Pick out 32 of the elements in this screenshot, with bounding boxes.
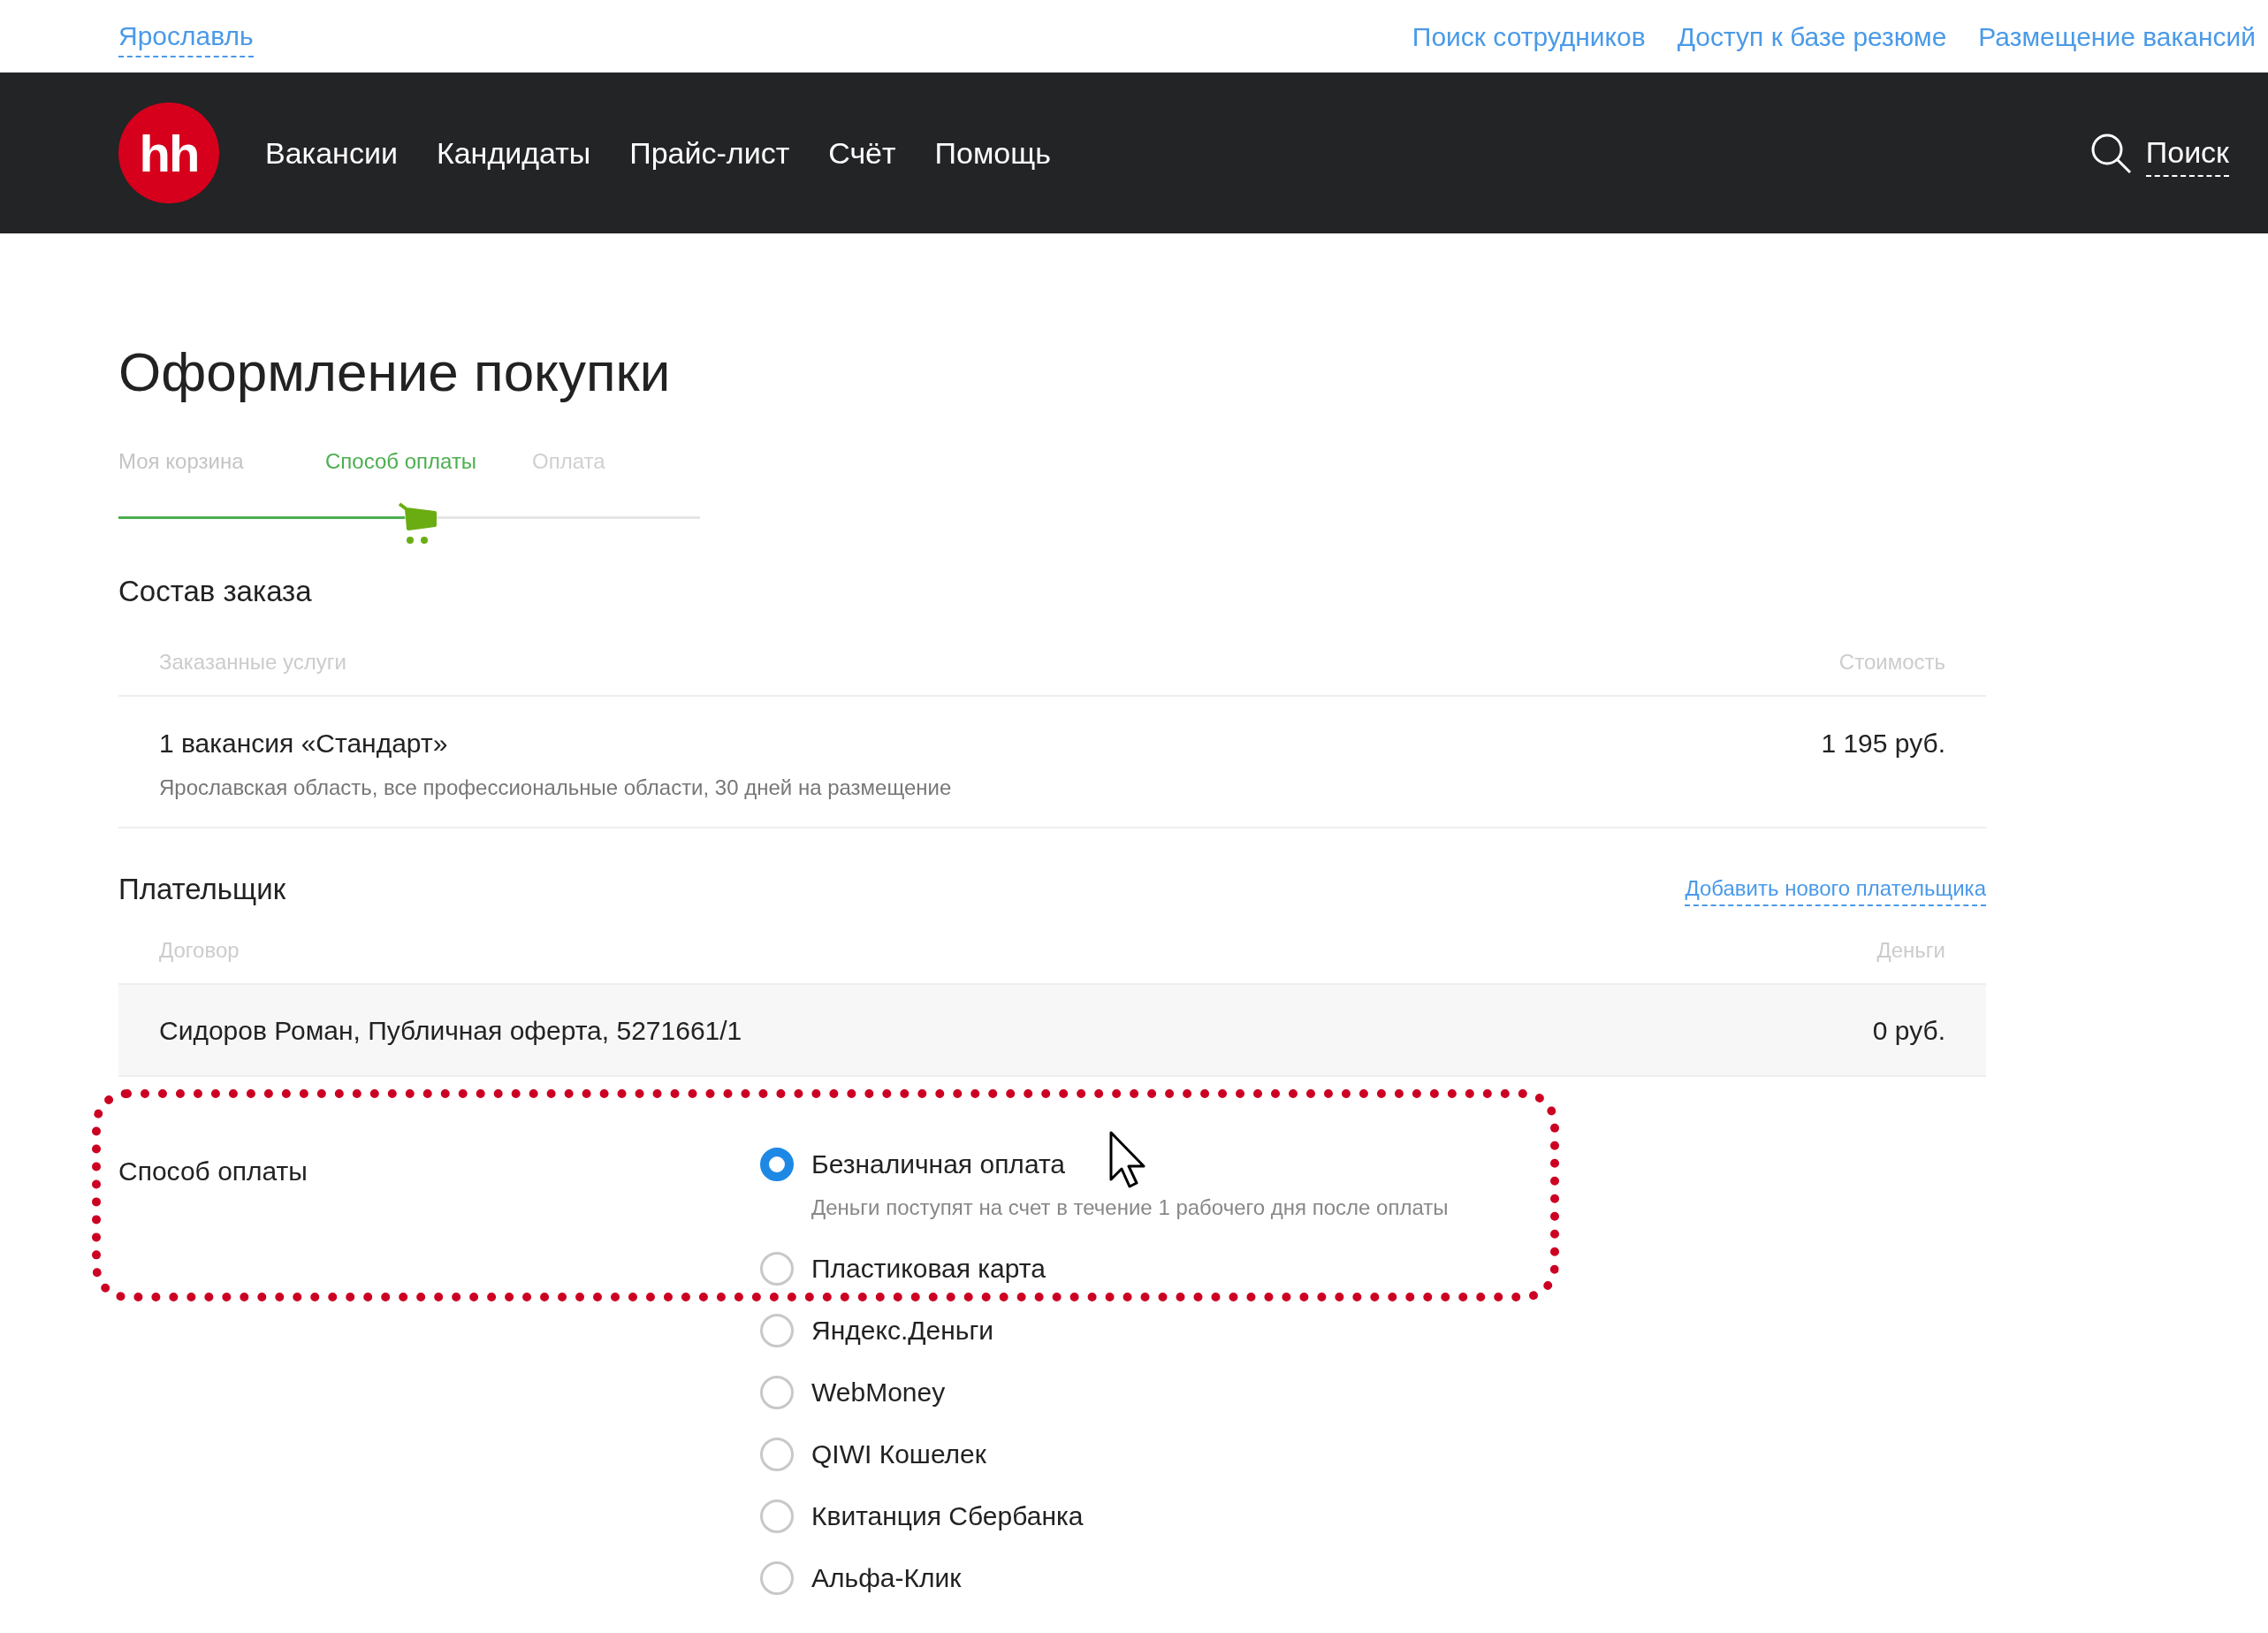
radio-button[interactable] bbox=[760, 1252, 794, 1286]
section-heading: Состав заказа bbox=[118, 574, 313, 610]
payer-row[interactable]: Сидоров Роман, Публичная оферта, 5271661/1 0 руб. bbox=[118, 985, 1986, 1078]
payer-money: 0 руб. bbox=[1872, 1014, 1945, 1047]
option-label[interactable]: Яндекс.Деньги bbox=[811, 1314, 994, 1348]
section-heading: Плательщик bbox=[118, 871, 286, 907]
option-label[interactable]: Квитанция Сбербанка bbox=[811, 1499, 1084, 1534]
radio-button[interactable] bbox=[760, 1438, 794, 1472]
radio-button[interactable] bbox=[760, 1499, 794, 1534]
nav-link[interactable]: Кандидаты bbox=[436, 130, 591, 176]
page-title: Оформление покупки bbox=[118, 340, 672, 404]
option-label[interactable]: WebMoney bbox=[811, 1376, 946, 1410]
nav-link[interactable]: Вакансии bbox=[265, 130, 398, 176]
service-details: Ярославская область, все профессиональные области, 30 дней на размещение bbox=[159, 774, 952, 801]
nav-link[interactable]: Помощь bbox=[934, 130, 1051, 176]
radio-button[interactable] bbox=[760, 1148, 794, 1182]
option-label[interactable]: Альфа-Клик bbox=[811, 1561, 962, 1596]
option-hint: Деньги поступят на счет в течение 1 рабочего дня после оплаты bbox=[811, 1194, 1449, 1222]
logo[interactable]: hh bbox=[118, 103, 219, 203]
nav-link[interactable]: Счёт bbox=[828, 130, 896, 176]
service-name: 1 вакансия «Стандарт» bbox=[159, 727, 449, 759]
option-label[interactable]: Безналичная оплата bbox=[811, 1148, 1449, 1182]
search-link[interactable]: Поиск bbox=[2145, 129, 2229, 177]
option-label[interactable]: Пластиковая карта bbox=[811, 1252, 1046, 1286]
option-label[interactable]: QIWI Кошелек bbox=[811, 1438, 986, 1472]
nav-link[interactable]: Прайс-лист bbox=[629, 130, 790, 176]
radio-button[interactable] bbox=[760, 1376, 794, 1410]
service-price: 1 195 руб. bbox=[1821, 727, 1945, 759]
radio-button[interactable] bbox=[760, 1561, 794, 1596]
payer-name: Сидоров Роман, Публичная оферта, 5271661/1 bbox=[159, 1014, 742, 1047]
payment-label: Способ оплаты bbox=[118, 1156, 308, 1188]
radio-button[interactable] bbox=[760, 1314, 794, 1348]
